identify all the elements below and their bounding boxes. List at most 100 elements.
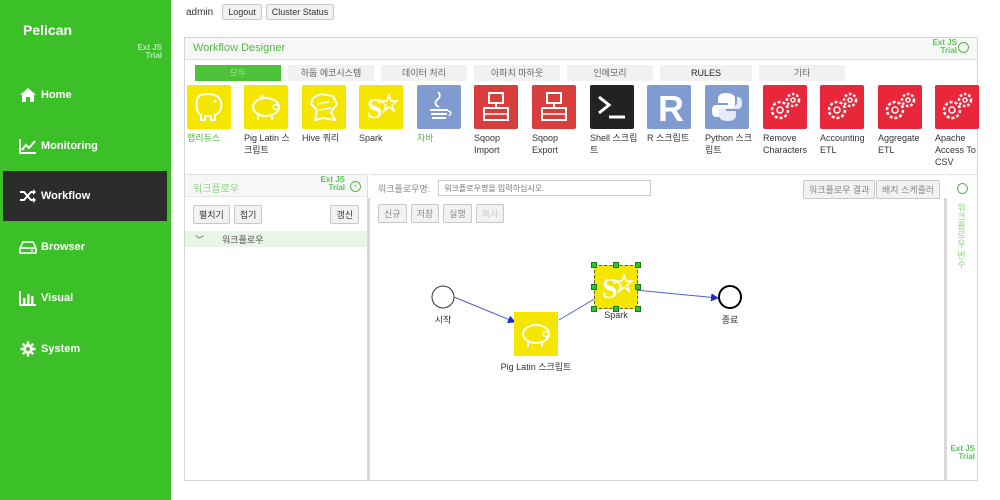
expand-right-icon[interactable] <box>957 183 968 194</box>
workflow-tree-panel: 워크플로우 Ext JS Trial ‹ 펼치기 접기 갱신 ﹀ 워크플로우 <box>185 174 368 480</box>
trial-badge: Ext JS Trial <box>320 175 345 192</box>
palette-r[interactable]: R R 스크립트 <box>647 85 701 144</box>
resize-handle[interactable] <box>591 262 597 268</box>
trial-badge: Ext JS Trial <box>932 38 957 55</box>
workflow-name-label: 워크플로우명: <box>378 183 431 194</box>
batch-scheduler-button[interactable]: 배치 스케줄러 <box>876 180 941 199</box>
palette-spark[interactable]: S Spark <box>359 85 413 144</box>
pig-node[interactable] <box>514 312 558 356</box>
r-language-icon: R <box>647 85 691 129</box>
palette-label: Spark <box>359 133 383 143</box>
palette-sqoop-export[interactable]: Sqoop Export <box>532 85 586 156</box>
collapse-button[interactable]: 접기 <box>233 205 263 224</box>
start-node[interactable] <box>431 285 455 309</box>
nav-label: Workflow <box>41 190 91 202</box>
new-button[interactable]: 신규 <box>378 204 407 223</box>
nav-browser[interactable]: Browser <box>0 222 171 272</box>
palette-label: Aggregate ETL <box>878 133 920 155</box>
palette-hive[interactable]: Hive 쿼리 <box>302 85 356 144</box>
resize-handle[interactable] <box>591 284 597 290</box>
python-icon <box>705 85 749 129</box>
palette-sqoop-import[interactable]: Sqoop Import <box>474 85 528 156</box>
save-button[interactable]: 저장 <box>410 204 440 223</box>
copy-button[interactable]: 복사 <box>475 204 505 223</box>
svg-text:S: S <box>367 94 383 123</box>
palette-mapreduce[interactable]: 맵리듀스 <box>187 85 241 144</box>
workflow-result-button[interactable]: 워크플로우 결과 <box>803 180 876 199</box>
top-bar: admin Logout Cluster Status <box>186 4 335 20</box>
tree-toolbar: 펼치기 접기 갱신 <box>185 197 367 224</box>
palette-label: Apache Access To CSV <box>935 133 976 167</box>
end-node[interactable] <box>718 285 742 309</box>
palette-label: Shell 스크립트 <box>590 133 638 155</box>
palette-shell[interactable]: Shell 스크립트 <box>590 85 644 156</box>
nav-visual[interactable]: Visual <box>0 273 171 323</box>
tab-rules[interactable]: RULES <box>660 65 752 81</box>
spark-star-icon: S <box>359 85 403 129</box>
workflow-graph <box>431 285 742 324</box>
workflow-name-input[interactable] <box>438 180 652 196</box>
tab-hadoop-ecosystem[interactable]: 하둡 에코시스템 <box>288 65 374 81</box>
sqoop-import-icon <box>474 85 518 129</box>
collapse-left-icon[interactable]: ‹ <box>350 181 361 192</box>
spark-node-selected[interactable]: S <box>594 265 638 309</box>
panel-title: 워크플로우 <box>193 184 239 195</box>
nav-label: Browser <box>41 241 86 253</box>
tab-all[interactable]: 모두 <box>195 65 281 81</box>
palette-accounting-etl[interactable]: Accounting ETL <box>820 85 874 156</box>
sqoop-export-icon <box>532 85 576 129</box>
tree-node-workflow[interactable]: ﹀ 워크플로우 <box>185 231 367 247</box>
pig-icon <box>522 324 550 347</box>
app-logo: Pelican <box>23 22 73 38</box>
palette-apache-access-to-csv[interactable]: Apache Access To CSV <box>935 85 979 168</box>
variables-panel-title[interactable]: 워크플로우 변수 <box>955 203 968 269</box>
refresh-button[interactable]: 갱신 <box>330 205 359 224</box>
pig-node-label: Pig Latin 스크립트 <box>500 362 572 372</box>
tab-other[interactable]: 기타 <box>759 65 845 81</box>
palette-remove-characters[interactable]: Remove Characters <box>763 85 817 156</box>
nav-monitoring[interactable]: Monitoring <box>0 121 171 171</box>
palette-java[interactable]: 자바 <box>417 85 471 144</box>
tab-data-processing[interactable]: 데이터 처리 <box>381 65 467 81</box>
workflow-name-form: 워크플로우명: 워크플로우 결과 배치 스케줄러 <box>370 175 945 201</box>
hive-bee-icon <box>302 85 346 129</box>
tree-node-label: 워크플로우 <box>222 235 264 245</box>
edge-spark-to-end <box>623 288 719 302</box>
spark-node-label: Spark <box>604 310 628 320</box>
tab-apache-mahout[interactable]: 아파치 마하웃 <box>474 65 560 81</box>
logout-button[interactable]: Logout <box>222 4 262 20</box>
terminal-icon <box>590 85 634 129</box>
tab-in-memory[interactable]: 인메모리 <box>567 65 653 81</box>
palette-aggregate-etl[interactable]: Aggregate ETL <box>878 85 932 156</box>
gears-icon <box>878 85 922 129</box>
expand-button[interactable]: 펼치기 <box>193 205 230 224</box>
nav-home[interactable]: Home <box>0 70 171 120</box>
resize-handle[interactable] <box>613 262 619 268</box>
palette-label: 맵리듀스 <box>187 133 221 143</box>
trial-badge: Ext JS Trial <box>137 43 162 60</box>
gears-icon <box>935 85 979 129</box>
nav-workflow[interactable]: Workflow <box>3 171 167 221</box>
chevron-down-icon[interactable]: ﹀ <box>195 233 204 245</box>
palette-label: 자바 <box>417 133 434 143</box>
bar-chart-icon <box>19 291 36 306</box>
run-button[interactable]: 실행 <box>443 204 472 223</box>
hard-drive-icon <box>19 241 37 254</box>
username: admin <box>186 6 214 18</box>
nav-label: Visual <box>41 292 74 304</box>
settings-tool-icon[interactable] <box>958 42 969 53</box>
resize-handle[interactable] <box>635 284 641 290</box>
nav-label: Monitoring <box>41 140 98 152</box>
java-cup-icon <box>417 85 461 129</box>
line-chart-icon <box>19 139 36 154</box>
palette-python[interactable]: Python 스크립트 <box>705 85 759 156</box>
nav-label: System <box>41 343 81 355</box>
workflow-canvas[interactable]: S 시작 Pig Latin 스크립트 Spark 종료 <box>370 225 945 481</box>
nav-system[interactable]: System <box>0 324 171 374</box>
nav-label: Home <box>41 89 72 101</box>
cluster-status-button[interactable]: Cluster Status <box>265 4 335 20</box>
resize-handle[interactable] <box>635 262 641 268</box>
palette-pig[interactable]: Pig Latin 스크립트 <box>244 85 298 156</box>
svg-text:S: S <box>602 274 618 303</box>
node-palette: 맵리듀스 Pig Latin 스크립트 Hive 쿼리 S Spark 자바 S… <box>185 85 979 175</box>
